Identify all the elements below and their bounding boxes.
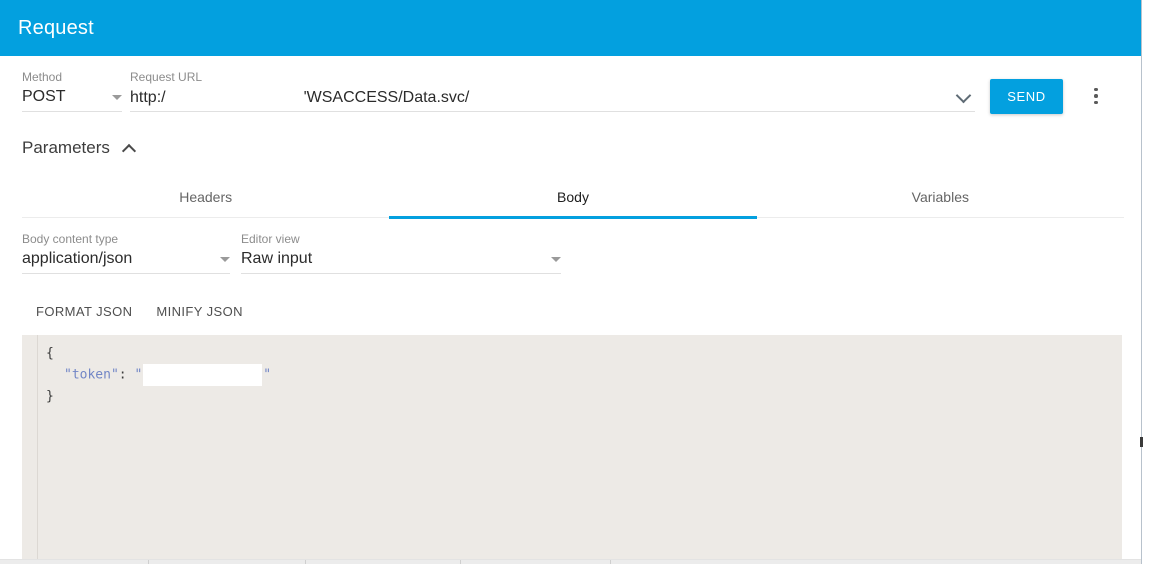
table-column-divider: [460, 560, 461, 564]
json-key-token: "token": [64, 367, 119, 383]
editor-content[interactable]: { "token": " " }: [38, 335, 1122, 559]
json-token-redaction: [143, 364, 263, 386]
request-url-input[interactable]: Request URL http:/ 'WSACCESS/Data.svc/: [130, 70, 975, 112]
method-value: POST: [22, 88, 66, 105]
kebab-dot: [1094, 100, 1098, 105]
tab-body[interactable]: Body: [389, 176, 757, 219]
request-url-label: Request URL: [130, 70, 203, 84]
json-body-editor[interactable]: { "token": " " }: [22, 335, 1122, 559]
json-close-quote: ": [263, 367, 272, 383]
table-column-divider: [610, 560, 611, 564]
json-open-quote: ": [134, 367, 143, 383]
send-button[interactable]: SEND: [990, 79, 1063, 114]
json-close-brace: }: [46, 389, 54, 404]
parameters-toggle[interactable]: Parameters: [22, 134, 136, 162]
dropdown-arrow-icon: [112, 95, 122, 100]
dropdown-arrow-icon: [551, 257, 561, 262]
request-url-suffix: 'WSACCESS/Data.svc/: [303, 88, 470, 106]
chevron-up-icon: [121, 143, 136, 158]
method-label: Method: [22, 70, 63, 84]
table-column-divider: [148, 560, 149, 564]
body-content-type-label: Body content type: [22, 232, 119, 246]
minify-json-button[interactable]: MINIFY JSON: [148, 298, 251, 325]
table-column-divider: [305, 560, 306, 564]
format-json-button[interactable]: FORMAT JSON: [28, 298, 140, 325]
kebab-menu-icon[interactable]: [1088, 82, 1104, 110]
json-action-bar: FORMAT JSON MINIFY JSON: [28, 298, 251, 325]
scrollbar-marker: [1140, 437, 1143, 447]
request-url-redaction: [165, 88, 304, 107]
body-content-type-select[interactable]: Body content type application/json: [22, 232, 230, 274]
json-open-brace: {: [46, 346, 54, 361]
parameters-label: Parameters: [22, 138, 110, 157]
chevron-down-icon[interactable]: [955, 87, 972, 104]
editor-view-select[interactable]: Editor view Raw input: [241, 232, 561, 274]
tab-variables[interactable]: Variables: [757, 176, 1124, 218]
page-title: Request: [18, 17, 94, 39]
editor-gutter: [22, 335, 38, 559]
editor-view-label: Editor view: [241, 232, 300, 246]
editor-view-value: Raw input: [241, 250, 313, 267]
kebab-dot: [1094, 87, 1098, 92]
request-line: Method POST Request URL http:/ 'WSACCESS/…: [0, 56, 1141, 120]
dropdown-arrow-icon: [220, 257, 230, 262]
panel-header: Request: [0, 0, 1141, 56]
parameters-tabs: Headers Body Variables: [22, 176, 1124, 219]
bottom-table-strip: [0, 559, 1149, 564]
request-builder-panel: Request Method POST Request URL http:/ 'W…: [0, 0, 1149, 564]
json-colon: :: [118, 367, 135, 383]
tab-headers[interactable]: Headers: [22, 176, 389, 218]
method-select[interactable]: Method POST: [22, 70, 122, 112]
body-content-type-value: application/json: [22, 250, 133, 267]
vertical-scrollbar[interactable]: [1141, 0, 1149, 564]
kebab-dot: [1094, 94, 1098, 98]
request-url-prefix: http:/: [130, 88, 166, 106]
